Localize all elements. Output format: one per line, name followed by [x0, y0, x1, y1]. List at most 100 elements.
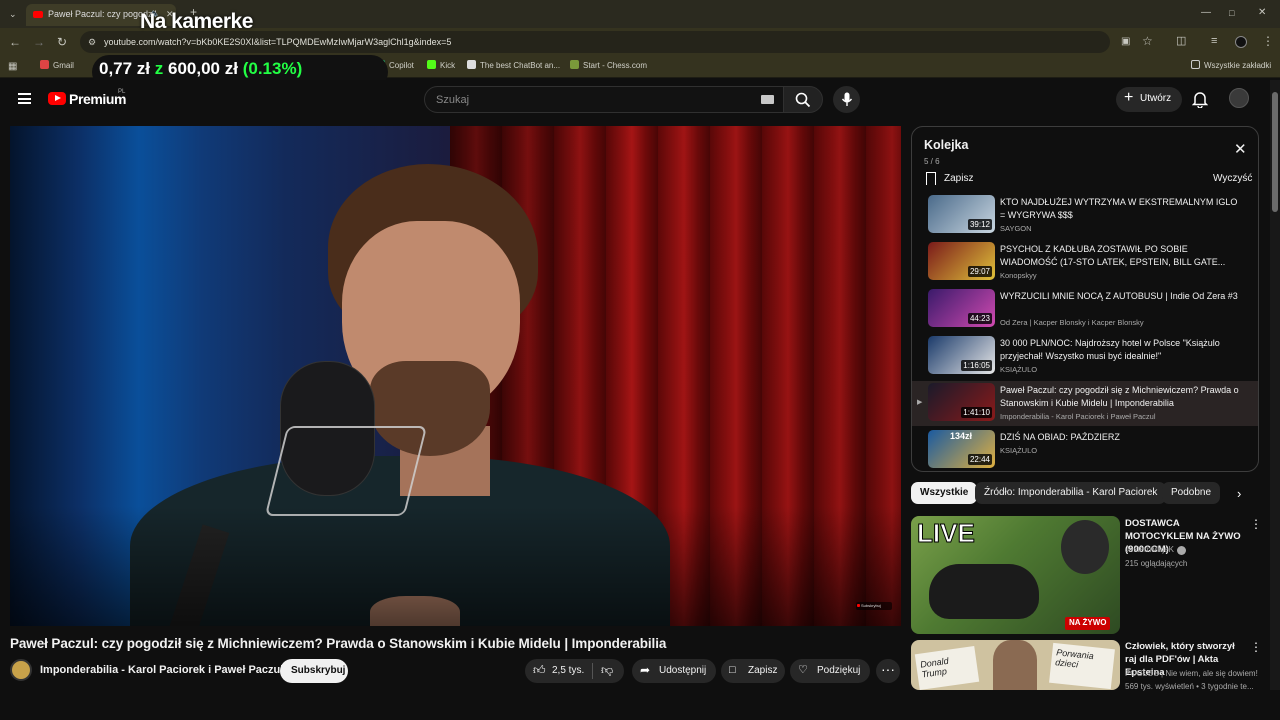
- now-playing-icon: ▶: [917, 399, 923, 406]
- bookmark-star-icon[interactable]: ☆: [1142, 35, 1153, 47]
- create-button[interactable]: + Utwórz: [1116, 87, 1182, 112]
- more-options-icon[interactable]: ⋮: [1250, 518, 1262, 530]
- save-button[interactable]: □ Zapisz: [721, 659, 785, 683]
- back-icon[interactable]: ←: [9, 36, 21, 48]
- close-window-icon[interactable]: ✕: [1258, 7, 1266, 19]
- extensions-icon[interactable]: ◫: [1176, 35, 1186, 47]
- video-player[interactable]: Subskrybuj: [10, 126, 901, 626]
- heart-dollar-icon: ♡: [798, 664, 808, 676]
- tab-search-icon[interactable]: ⌄: [9, 8, 17, 20]
- chip-all[interactable]: Wszystkie: [911, 482, 978, 504]
- microphone-icon: [841, 92, 853, 106]
- dislike-icon[interactable]: 👎︎: [601, 663, 613, 678]
- like-count[interactable]: 2,5 tys.: [552, 665, 584, 676]
- bookmark-chess[interactable]: Start - Chess.com: [570, 60, 647, 70]
- plus-icon: +: [1124, 89, 1134, 106]
- queue-item[interactable]: 29:07 PSYCHOL Z KADŁUBA ZOSTAWIŁ PO SOBI…: [912, 240, 1258, 285]
- video-duration: 44:23: [967, 313, 992, 324]
- close-icon[interactable]: ✕: [1234, 142, 1247, 157]
- queue-clear-button[interactable]: Wyczyść: [1213, 173, 1252, 184]
- microphone-shock-mount: [264, 426, 428, 516]
- bookmark-gmail[interactable]: Gmail: [40, 60, 74, 70]
- recommendation-channel[interactable]: POGŁOS | Nie wiem, ale się dowiem!: [1125, 669, 1258, 678]
- reading-list-icon[interactable]: ≡: [1211, 35, 1217, 47]
- youtube-logo-icon[interactable]: [48, 92, 66, 105]
- page-scrollbar[interactable]: [1270, 80, 1280, 690]
- chevron-right-icon[interactable]: ›: [1237, 487, 1241, 500]
- site-info-icon[interactable]: ⚙: [88, 36, 96, 48]
- queue-thumbnail: 134zł 22:44: [928, 430, 995, 468]
- thanks-label: Podziękuj: [817, 665, 861, 676]
- account-avatar[interactable]: [1229, 88, 1249, 108]
- search-icon: [795, 92, 811, 108]
- folder-icon: [1191, 60, 1200, 69]
- subscribe-watermark[interactable]: Subskrybuj: [856, 602, 892, 610]
- more-options-icon[interactable]: ⋮: [1250, 641, 1262, 653]
- queue-item[interactable]: 44:23 WYRZUCILI MNIE NOCĄ Z AUTOBUSU | I…: [912, 287, 1258, 332]
- video-duration: 1:41:10: [961, 407, 992, 418]
- all-bookmarks[interactable]: Wszystkie zakładki: [1191, 60, 1271, 70]
- share-button[interactable]: ➦ Udostępnij: [632, 659, 716, 683]
- donation-goal-text: 0,77 zł z 600,00 zł (0.13%): [99, 59, 302, 79]
- queue-item[interactable]: 1:16:05 30 000 PLN/NOC: Najdroższy hotel…: [912, 334, 1258, 379]
- queue-item-current[interactable]: ▶ 1:41:10 Paweł Paczul: czy pogodził się…: [912, 381, 1258, 426]
- save-label: Zapisz: [748, 665, 778, 676]
- chip-source[interactable]: Źródło: Imponderabilia - Karol Paciorek: [975, 482, 1167, 504]
- queue-item-channel: SAYGON: [1000, 224, 1032, 233]
- maximize-icon[interactable]: □: [1229, 7, 1234, 19]
- keyboard-icon[interactable]: [761, 95, 774, 104]
- kick-icon: [427, 60, 436, 69]
- queue-thumbnail: 44:23: [928, 289, 995, 327]
- goal-of: z: [154, 59, 164, 78]
- subscribe-button[interactable]: Subskrybuj: [280, 659, 348, 683]
- playlist-queue: Kolejka 5 / 6 ✕ Zapisz Wyczyść 39:12 KTO…: [911, 126, 1259, 472]
- queue-item-title: 30 000 PLN/NOC: Najdroższy hotel w Polsc…: [1000, 338, 1220, 361]
- queue-item-channel: KSIĄŻULO: [1000, 446, 1038, 455]
- queue-item-title: WYRZUCILI MNIE NOCĄ Z AUTOBUSU | Indie O…: [1000, 291, 1238, 301]
- bookmark-icon[interactable]: [926, 172, 936, 186]
- queue-thumbnail: 39:12: [928, 195, 995, 233]
- recommendation-thumbnail[interactable]: Donald Trump Porwania dzieci: [911, 640, 1120, 690]
- thanks-button[interactable]: ♡ Podziękuj: [790, 659, 870, 683]
- like-dislike-group: 👍︎ 2,5 tys. 👎︎: [525, 659, 624, 683]
- person-shape: [993, 640, 1037, 690]
- more-actions-icon[interactable]: ···: [876, 659, 900, 683]
- menu-kebab-icon[interactable]: ⋮: [1262, 35, 1274, 47]
- video-duration: 22:44: [967, 454, 992, 465]
- queue-item[interactable]: 134zł 22:44 DZIŚ NA OBIAD: PAŹDZIERZ KSI…: [912, 428, 1258, 471]
- address-bar[interactable]: ⚙ youtube.com/watch?v=bKb0KE2S0XI&list=T…: [80, 31, 1110, 53]
- queue-save-button[interactable]: Zapisz: [944, 173, 973, 184]
- bookmark-kick[interactable]: Kick: [427, 60, 455, 70]
- live-badge-text: NA ŻYWO: [1069, 618, 1107, 627]
- player-bottom-gradient: [10, 506, 901, 626]
- notifications-bell-icon[interactable]: [1192, 91, 1208, 108]
- queue-thumbnail: 1:41:10: [928, 383, 995, 421]
- goal-target: 600,00 zł: [168, 59, 238, 78]
- chip-related[interactable]: Podobne: [1162, 482, 1221, 504]
- share-label: Udostępnij: [659, 665, 707, 676]
- queue-item[interactable]: 39:12 KTO NAJDŁUŻEJ WYTRZYMA W EKSTREMAL…: [912, 193, 1258, 238]
- voice-search-button[interactable]: [833, 86, 860, 113]
- like-icon[interactable]: 👍︎: [533, 663, 546, 678]
- live-badge: NA ŻYWO: [1065, 617, 1111, 630]
- video-duration: 39:12: [967, 219, 992, 230]
- profile-avatar-icon[interactable]: [1235, 36, 1247, 48]
- minimize-icon[interactable]: —: [1201, 7, 1211, 19]
- reload-icon[interactable]: ↻: [57, 36, 67, 48]
- recommendation-thumbnail[interactable]: LIVE NA ŻYWO: [911, 516, 1120, 634]
- channel-avatar[interactable]: [10, 659, 32, 681]
- recommendation-channel[interactable]: JesternMajeK: [1125, 545, 1174, 554]
- bookmark-chatbot[interactable]: The best ChatBot an...: [467, 60, 560, 70]
- youtube-favicon-icon: [33, 11, 43, 18]
- apps-grid-icon[interactable]: ▦: [8, 61, 17, 73]
- menu-icon[interactable]: [18, 93, 31, 104]
- search-button[interactable]: [783, 86, 823, 113]
- scrollbar-thumb[interactable]: [1272, 92, 1278, 212]
- video-title: Paweł Paczul: czy pogodził się z Michnie…: [10, 636, 667, 651]
- brand-region: PL: [118, 89, 126, 95]
- channel-name[interactable]: Imponderabilia - Karol Paciorek i Paweł …: [40, 664, 283, 676]
- price-badge: 134zł: [950, 431, 973, 441]
- cast-icon[interactable]: ▣: [1121, 36, 1130, 48]
- search-input[interactable]: Szukaj: [424, 86, 784, 113]
- forward-icon[interactable]: →: [33, 36, 45, 48]
